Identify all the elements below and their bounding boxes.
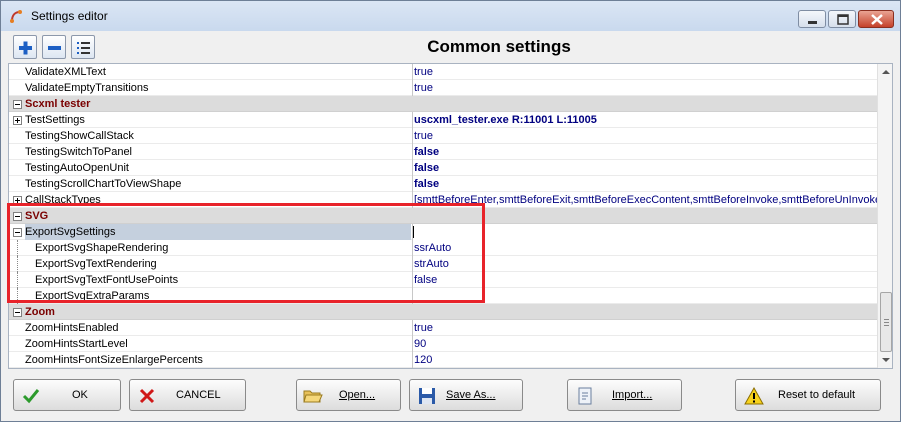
minus-icon xyxy=(48,46,61,50)
property-name: TestingAutoOpenUnit xyxy=(25,162,129,174)
cancel-button[interactable]: CANCEL xyxy=(129,379,246,411)
scroll-up-icon[interactable] xyxy=(878,64,893,80)
expand-toggle-icon[interactable] xyxy=(13,116,22,125)
property-row[interactable]: ZoomHintsFontSizeEnlargePercents 120 xyxy=(9,352,877,368)
category-label: Zoom xyxy=(25,306,55,318)
open-button[interactable]: Open... xyxy=(296,379,401,411)
property-row[interactable]: TestingShowCallStack true xyxy=(9,128,877,144)
reset-label: Reset to default xyxy=(778,389,856,401)
property-value[interactable]: uscxml_tester.exe R:11001 L:11005 xyxy=(412,112,877,128)
property-value[interactable]: 120 xyxy=(412,352,877,368)
plus-icon xyxy=(19,41,32,55)
property-name: TestSettings xyxy=(25,114,85,126)
category-row[interactable]: Zoom xyxy=(9,304,877,320)
minimize-icon xyxy=(808,21,817,24)
floppy-disk-icon xyxy=(419,388,435,404)
close-icon xyxy=(871,14,883,25)
warning-icon xyxy=(744,387,764,405)
collapse-toggle-icon[interactable] xyxy=(13,308,22,317)
property-row[interactable]: ZoomHintsEnabled true xyxy=(9,320,877,336)
property-name: TestingScrollChartToViewShape xyxy=(25,178,182,190)
property-row[interactable]: TestSettings uscxml_tester.exe R:11001 L:… xyxy=(9,112,877,128)
property-value[interactable]: true xyxy=(412,64,877,80)
expand-all-button[interactable] xyxy=(13,35,37,59)
page-title: Common settings xyxy=(427,37,571,56)
red-highlight-box xyxy=(7,203,485,303)
property-name: ZoomHintsFontSizeEnlargePercents xyxy=(25,354,203,366)
cancel-label: CANCEL xyxy=(176,389,221,401)
checkmark-icon xyxy=(22,389,40,404)
property-row[interactable]: TestingScrollChartToViewShape false xyxy=(9,176,877,192)
scrollbar-thumb[interactable] xyxy=(880,292,892,352)
reset-button[interactable]: Reset to default xyxy=(735,379,881,411)
property-value[interactable]: true xyxy=(412,320,877,336)
folder-open-icon xyxy=(303,390,323,403)
property-name: ValidateEmptyTransitions xyxy=(25,82,149,94)
button-bar: OK CANCEL Open... Save As... Import... R… xyxy=(9,377,893,413)
maximize-button[interactable] xyxy=(828,10,856,28)
collapse-toggle-icon[interactable] xyxy=(13,100,22,109)
window-title: Settings editor xyxy=(31,9,108,23)
list-view-button[interactable] xyxy=(71,35,95,59)
list-icon xyxy=(77,42,90,54)
property-row[interactable]: ZoomHintsStartLevel 90 xyxy=(9,336,877,352)
property-value[interactable]: false xyxy=(412,144,877,160)
property-value[interactable]: false xyxy=(412,176,877,192)
property-name: TestingShowCallStack xyxy=(25,130,134,142)
property-name: ZoomHintsEnabled xyxy=(25,322,119,334)
property-value[interactable]: true xyxy=(412,128,877,144)
import-document-icon xyxy=(578,387,592,405)
category-label: Scxml tester xyxy=(25,98,91,110)
ok-button[interactable]: OK xyxy=(13,379,121,411)
vertical-scrollbar[interactable] xyxy=(877,64,893,368)
property-value[interactable]: true xyxy=(412,80,877,96)
property-row[interactable]: TestingAutoOpenUnit false xyxy=(9,160,877,176)
collapse-all-button[interactable] xyxy=(42,35,66,59)
property-name: ValidateXMLText xyxy=(25,66,106,78)
import-label: Import... xyxy=(612,389,653,401)
property-value[interactable]: false xyxy=(412,160,877,176)
property-value[interactable]: 90 xyxy=(412,336,877,352)
property-row[interactable]: ValidateXMLText true xyxy=(9,64,877,80)
x-icon xyxy=(139,388,155,404)
property-row[interactable]: ValidateEmptyTransitions true xyxy=(9,80,877,96)
property-row[interactable]: TestingSwitchToPanel false xyxy=(9,144,877,160)
save-as-button[interactable]: Save As... xyxy=(409,379,523,411)
close-button[interactable] xyxy=(858,10,894,28)
property-name: TestingSwitchToPanel xyxy=(25,146,133,158)
maximize-icon xyxy=(837,14,849,25)
category-row[interactable]: Scxml tester xyxy=(9,96,877,112)
open-label: Open... xyxy=(339,389,376,401)
title-bar[interactable]: Settings editor xyxy=(1,1,900,31)
scroll-down-icon[interactable] xyxy=(878,352,893,368)
app-icon xyxy=(10,10,22,23)
property-name: ZoomHintsStartLevel xyxy=(25,338,128,350)
minimize-button[interactable] xyxy=(798,10,826,28)
ok-label: OK xyxy=(72,389,88,401)
settings-editor-window: Settings editor Common settings Validate… xyxy=(0,0,901,422)
save-as-label: Save As... xyxy=(446,389,496,401)
toolbar: Common settings xyxy=(9,33,893,61)
import-button[interactable]: Import... xyxy=(567,379,682,411)
